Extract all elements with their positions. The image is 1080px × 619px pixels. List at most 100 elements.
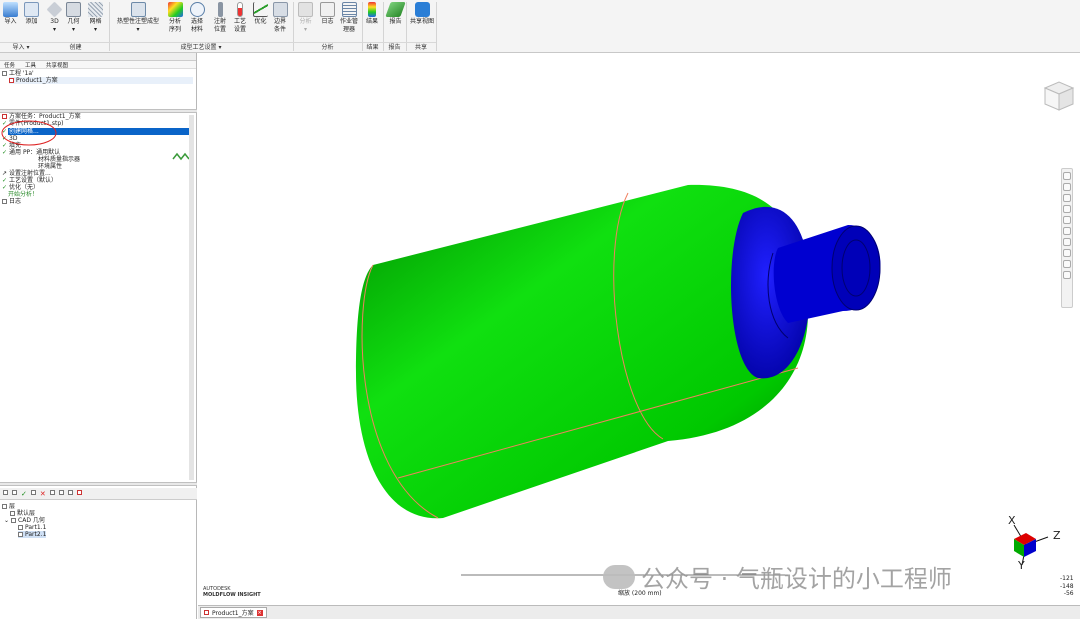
expand-icon[interactable] <box>49 490 55 495</box>
edit-icon[interactable] <box>30 490 36 495</box>
group-label-results: 结果 <box>362 42 383 52</box>
layer-default[interactable]: 默认层 <box>10 510 35 517</box>
task-material-quality[interactable]: 材料质量指示器 <box>38 156 80 163</box>
task-environment[interactable]: 环境属性 <box>38 163 62 170</box>
process-settings-button[interactable]: 工艺设置 <box>232 2 248 33</box>
add-button[interactable]: 添加 <box>24 2 39 26</box>
activate-icon[interactable]: ✓ <box>21 490 27 498</box>
checkbox-checked-icon[interactable] <box>11 518 17 523</box>
fit-icon[interactable] <box>1063 249 1071 257</box>
molding-icon <box>130 2 146 17</box>
task-injection-location[interactable]: ↗ 设置注射位置... <box>2 170 51 177</box>
tab-shared-views[interactable]: 共享视图 <box>46 61 68 69</box>
results-button[interactable]: 结果 <box>366 2 378 26</box>
injection-location-button[interactable]: 注射位置 <box>212 2 228 33</box>
mesh-button[interactable]: 网格 ▾ <box>88 2 103 33</box>
group-label-report: 报告 <box>383 42 406 52</box>
open-icon[interactable] <box>12 490 17 495</box>
moldflow-window: 导入 添加 3D ▾ 几何 ▾ 网格 ▾ 热塑性注塑成型 ▾ 分析序列 选择材料 注射位… <box>0 0 1080 619</box>
task-optimize[interactable]: ✓ 优化（无） <box>2 184 39 191</box>
boundary-conditions-button[interactable]: 边界条件 <box>272 2 288 33</box>
material-icon <box>189 2 205 17</box>
hierarchy-icon[interactable] <box>67 490 73 495</box>
layer-part1[interactable]: Part1.1 <box>18 524 46 531</box>
study-icon <box>204 610 209 615</box>
group-label-analysis: 分析 <box>293 42 362 52</box>
select-icon[interactable] <box>1063 216 1071 224</box>
zoom-icon[interactable] <box>1063 194 1071 202</box>
log-icon <box>2 199 7 204</box>
job-manager-icon <box>341 2 357 17</box>
assign-icon[interactable] <box>58 490 64 495</box>
analysis-sequence-icon <box>167 2 183 17</box>
tab-product1-study[interactable]: Product1_方案 × <box>200 607 267 618</box>
select-material-button[interactable]: 选择材料 <box>189 2 205 33</box>
pan-icon[interactable] <box>1063 183 1071 191</box>
chevron-down-icon[interactable]: ⌄ <box>4 517 9 524</box>
checkbox-checked-icon[interactable] <box>18 532 23 537</box>
share-icon <box>414 2 430 17</box>
results-icon <box>368 2 376 17</box>
checkbox-checked-icon[interactable] <box>18 525 23 530</box>
autodesk-brand: AUTODESK MOLDFLOW INSIGHT <box>203 586 261 598</box>
document-tab-bar: Product1_方案 × <box>198 605 1080 619</box>
layers-toolbar: ✓ ✕ <box>0 488 197 500</box>
job-manager-button[interactable]: 作业管理器 <box>339 2 359 33</box>
share-view-button[interactable]: 共享视图 <box>410 2 434 26</box>
ribbon: 导入 添加 3D ▾ 几何 ▾ 网格 ▾ 热塑性注塑成型 ▾ 分析序列 选择材料 注射位… <box>0 0 1080 53</box>
optimize-button[interactable]: 优化 <box>253 2 268 26</box>
model-viewport[interactable]: X Z Y -121 -148 -56 缩放 (200 mm) AUTODESK… <box>198 53 1080 605</box>
bottle-neck[interactable] <box>731 206 881 379</box>
3d-button[interactable]: 3D ▾ <box>46 1 63 33</box>
new-layer-icon[interactable] <box>3 490 8 495</box>
group-label-process: 成型工艺设置 ▾ <box>109 42 293 52</box>
layers-root[interactable]: 层 <box>2 503 15 510</box>
layer-cad-geometry[interactable]: ⌄ CAD 几何 <box>4 517 45 524</box>
tab-tasks[interactable]: 任务 <box>4 61 15 69</box>
zoom-out-icon[interactable] <box>1063 238 1071 246</box>
group-label-share: 共享 <box>406 42 436 52</box>
zoom-in-icon[interactable] <box>1063 227 1071 235</box>
log-icon <box>320 2 335 17</box>
thermoplastic-button[interactable]: 热塑性注塑成型 ▾ <box>114 2 162 33</box>
close-icon[interactable]: × <box>256 609 263 616</box>
task-scrollbar[interactable] <box>189 115 194 480</box>
task-process-settings[interactable]: ✓ 工艺设置（默认） <box>2 177 57 184</box>
analysis-sequence-button[interactable]: 分析序列 <box>167 2 183 33</box>
thermometer-icon <box>237 2 243 17</box>
left-panel: 任务 工具 共享视图 工程 '1a' Product1_方案 方案任务：Prod… <box>0 53 197 619</box>
layer-part2[interactable]: Part2.1 <box>18 531 47 538</box>
log-button[interactable]: 日志 <box>320 2 335 26</box>
steering-wheel-icon[interactable] <box>1063 172 1071 180</box>
analyze-button[interactable]: 分析 ▾ <box>298 2 313 33</box>
study-node[interactable]: Product1_方案 <box>9 77 193 84</box>
add-icon <box>24 2 39 17</box>
delete-icon[interactable]: ✕ <box>40 490 46 498</box>
project-node[interactable]: 工程 '1a' <box>2 70 34 77</box>
cube-icon <box>46 1 63 18</box>
checkbox-checked-icon[interactable] <box>10 511 15 516</box>
injection-icon <box>217 2 223 17</box>
task-start-analysis[interactable]: 开始分析！ <box>8 191 38 198</box>
project-icon <box>2 71 7 76</box>
tab-tools[interactable]: 工具 <box>25 61 36 69</box>
panel-splitter[interactable] <box>0 482 197 486</box>
watermark: 公众号 · 气瓶设计的小工程师 <box>603 559 952 594</box>
check-icon: ✓ <box>2 184 8 191</box>
group-label-create: 创建 <box>42 42 109 52</box>
check-icon: ✓ <box>2 177 8 184</box>
coordinate-readout: -121 -148 -56 <box>1060 575 1074 597</box>
measure-icon[interactable] <box>1063 260 1071 268</box>
optimize-icon <box>253 2 268 17</box>
report-button[interactable]: 报告 <box>385 2 406 26</box>
geometry-button[interactable]: 几何 ▾ <box>66 2 81 33</box>
close-icon[interactable] <box>76 490 82 495</box>
print-icon[interactable] <box>1063 271 1071 279</box>
axis-label-y: Y <box>1018 559 1025 572</box>
separator <box>436 2 437 51</box>
task-log[interactable]: 日志 <box>2 198 21 205</box>
model-canvas <box>356 81 1075 576</box>
import-button[interactable]: 导入 <box>3 2 18 26</box>
view-cube[interactable] <box>1043 81 1075 111</box>
orbit-icon[interactable] <box>1063 205 1071 213</box>
